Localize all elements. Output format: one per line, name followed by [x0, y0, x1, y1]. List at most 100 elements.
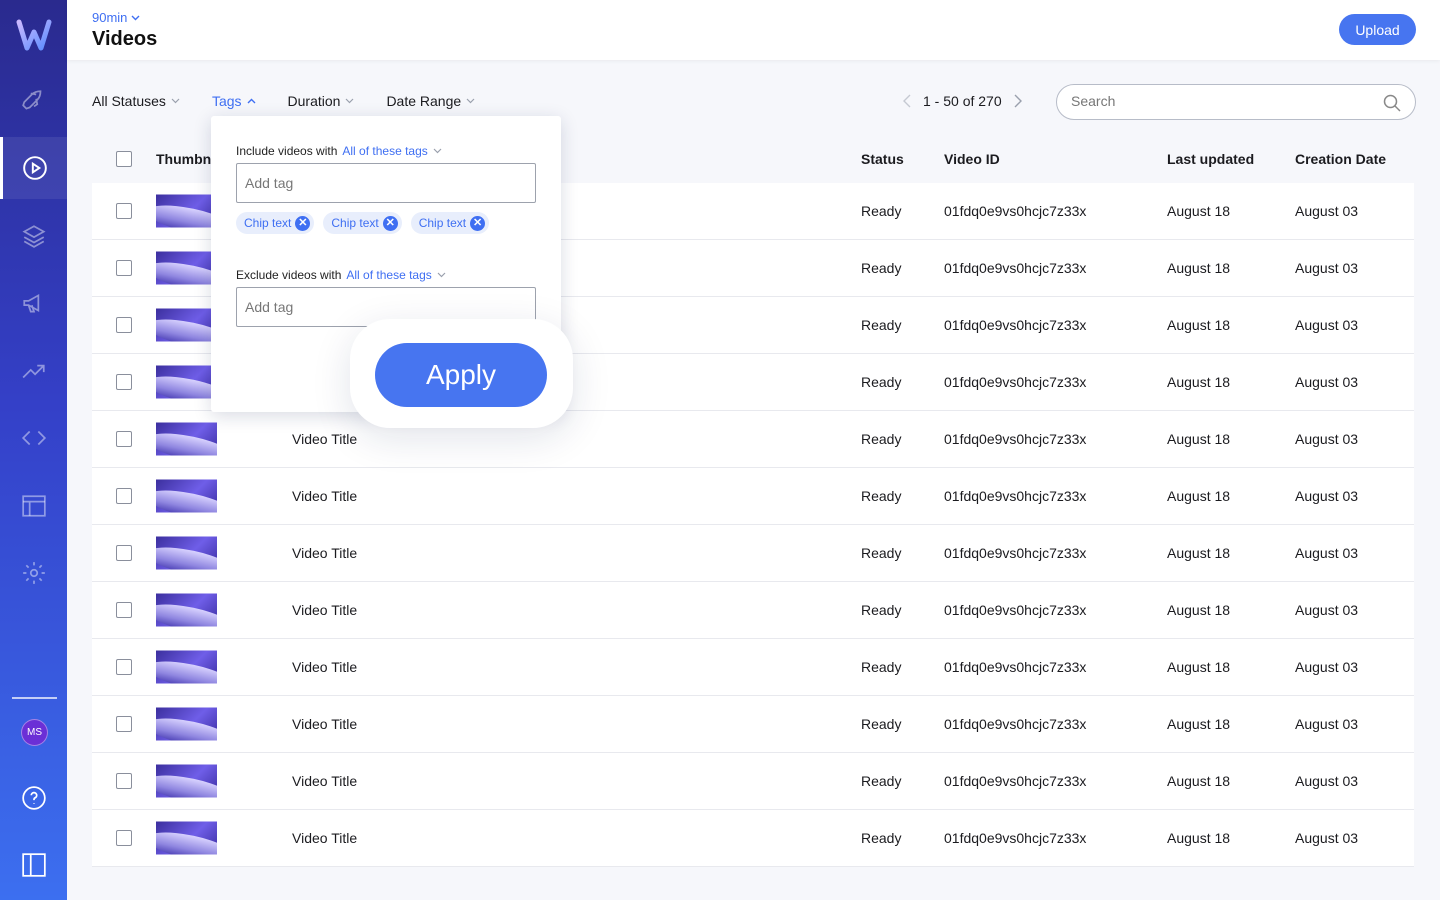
video-id: 01fdq0e9vs0hcjc7z33x	[944, 716, 1087, 732]
video-title[interactable]: Video Title	[292, 659, 357, 675]
video-thumbnail[interactable]	[156, 536, 217, 570]
video-title[interactable]: Video Title	[292, 602, 357, 618]
row-checkbox[interactable]	[116, 488, 132, 504]
megaphone-icon	[22, 293, 39, 313]
table-row[interactable]: Video Title Ready 01fdq0e9vs0hcjc7z33x Augu…	[92, 639, 1414, 696]
select-all-checkbox[interactable]	[116, 151, 132, 167]
table-row[interactable]: Video Title Ready 01fdq0e9vs0hcjc7z33x Augu…	[92, 696, 1414, 753]
exclude-tag-input[interactable]	[245, 299, 525, 315]
filter-statuses-label: All Statuses	[92, 93, 166, 109]
trending-icon	[22, 364, 45, 379]
row-checkbox[interactable]	[116, 602, 132, 618]
last-updated: August 18	[1167, 317, 1231, 333]
row-checkbox[interactable]	[116, 260, 132, 276]
video-thumbnail[interactable]	[156, 593, 217, 627]
creation-date: August 03	[1295, 317, 1359, 333]
video-thumbnail[interactable]	[156, 251, 217, 285]
table-row[interactable]: Video Title Ready 01fdq0e9vs0hcjc7z33x Augu…	[92, 753, 1414, 810]
include-tag-input[interactable]	[245, 175, 525, 191]
row-checkbox[interactable]	[116, 431, 132, 447]
sidebar-item-settings[interactable]	[0, 542, 67, 604]
help-icon	[21, 786, 46, 810]
column-header-video-id[interactable]: Video ID	[944, 151, 1000, 167]
video-title[interactable]: Video Title	[292, 431, 357, 447]
column-header-creation-date[interactable]: Creation Date	[1295, 151, 1386, 167]
video-thumbnail[interactable]	[156, 308, 217, 342]
sidebar-item-layers[interactable]	[0, 205, 67, 267]
row-checkbox[interactable]	[116, 317, 132, 333]
creation-date: August 03	[1295, 716, 1359, 732]
sidebar-item-launch[interactable]	[0, 70, 67, 132]
video-title[interactable]: Video Title	[292, 830, 357, 846]
filter-tags[interactable]: Tags	[212, 93, 256, 109]
table-row[interactable]: Video Title Ready 01fdq0e9vs0hcjc7z33x Augu…	[92, 582, 1414, 639]
table-row[interactable]: Video Title Ready 01fdq0e9vs0hcjc7z33x Augu…	[92, 525, 1414, 582]
video-thumbnail[interactable]	[156, 422, 217, 456]
column-header-last-updated[interactable]: Last updated	[1167, 151, 1254, 167]
column-header-status[interactable]: Status	[861, 151, 904, 167]
pagination-range: 1 - 50 of 270	[923, 93, 1002, 109]
video-thumbnail[interactable]	[156, 365, 217, 399]
close-icon[interactable]: ✕	[295, 215, 311, 231]
video-title[interactable]: Video Title	[292, 716, 357, 732]
apply-callout: Apply	[350, 319, 573, 428]
last-updated: August 18	[1167, 374, 1231, 390]
video-thumbnail[interactable]	[156, 650, 217, 684]
sidebar-item-campaigns[interactable]	[0, 272, 67, 334]
video-thumbnail[interactable]	[156, 194, 217, 228]
creation-date: August 03	[1295, 545, 1359, 561]
sidebar-item-videos[interactable]	[0, 137, 67, 199]
upload-button[interactable]: Upload	[1339, 14, 1416, 45]
video-thumbnail[interactable]	[156, 479, 217, 513]
apply-button[interactable]: Apply	[375, 343, 547, 407]
close-icon[interactable]: ✕	[382, 215, 398, 231]
row-checkbox[interactable]	[116, 374, 132, 390]
video-id: 01fdq0e9vs0hcjc7z33x	[944, 773, 1087, 789]
close-icon[interactable]: ✕	[470, 215, 486, 231]
video-thumbnail[interactable]	[156, 707, 217, 741]
video-thumbnail[interactable]	[156, 821, 217, 855]
filter-date-range[interactable]: Date Range	[386, 93, 475, 109]
exclude-mode-select[interactable]: All of these tags	[346, 268, 446, 282]
avatar[interactable]: MS	[21, 719, 48, 746]
last-updated: August 18	[1167, 659, 1231, 675]
row-checkbox[interactable]	[116, 659, 132, 675]
video-title[interactable]: Video Title	[292, 488, 357, 504]
gear-icon	[22, 562, 45, 584]
sidebar-toggle[interactable]	[0, 834, 67, 896]
org-switcher[interactable]: 90min	[92, 10, 140, 25]
row-checkbox[interactable]	[116, 830, 132, 846]
video-id: 01fdq0e9vs0hcjc7z33x	[944, 317, 1087, 333]
row-checkbox[interactable]	[116, 716, 132, 732]
chevron-right-icon[interactable]	[1014, 94, 1022, 108]
filter-duration[interactable]: Duration	[288, 93, 355, 109]
filter-statuses[interactable]: All Statuses	[92, 93, 180, 109]
include-label: Include videos with	[236, 144, 338, 158]
status-text: Ready	[861, 317, 902, 333]
sidebar-item-layout[interactable]	[0, 475, 67, 537]
search-icon[interactable]	[1383, 94, 1401, 112]
last-updated: August 18	[1167, 716, 1231, 732]
row-checkbox[interactable]	[116, 203, 132, 219]
video-thumbnail[interactable]	[156, 764, 217, 798]
row-checkbox[interactable]	[116, 773, 132, 789]
chevron-down-icon	[346, 98, 354, 104]
video-title[interactable]: Video Title	[292, 773, 357, 789]
chevron-left-icon[interactable]	[903, 94, 911, 108]
video-id: 01fdq0e9vs0hcjc7z33x	[944, 602, 1087, 618]
search-box	[1056, 84, 1416, 120]
video-title[interactable]: Video Title	[292, 545, 357, 561]
chevron-down-icon	[437, 272, 446, 278]
search-input[interactable]	[1071, 93, 1371, 109]
table-row[interactable]: Video Title Ready 01fdq0e9vs0hcjc7z33x Augu…	[92, 411, 1414, 468]
logo-icon[interactable]	[16, 18, 52, 52]
sidebar-item-help[interactable]	[0, 767, 67, 829]
sidebar-item-analytics[interactable]	[0, 340, 67, 402]
table-row[interactable]: Video Title Ready 01fdq0e9vs0hcjc7z33x Augu…	[92, 468, 1414, 525]
status-text: Ready	[861, 830, 902, 846]
row-checkbox[interactable]	[116, 545, 132, 561]
table-row[interactable]: Video Title Ready 01fdq0e9vs0hcjc7z33x Augu…	[92, 810, 1414, 867]
video-id: 01fdq0e9vs0hcjc7z33x	[944, 260, 1087, 276]
include-mode-select[interactable]: All of these tags	[342, 144, 442, 158]
sidebar-item-developer[interactable]	[0, 407, 67, 469]
